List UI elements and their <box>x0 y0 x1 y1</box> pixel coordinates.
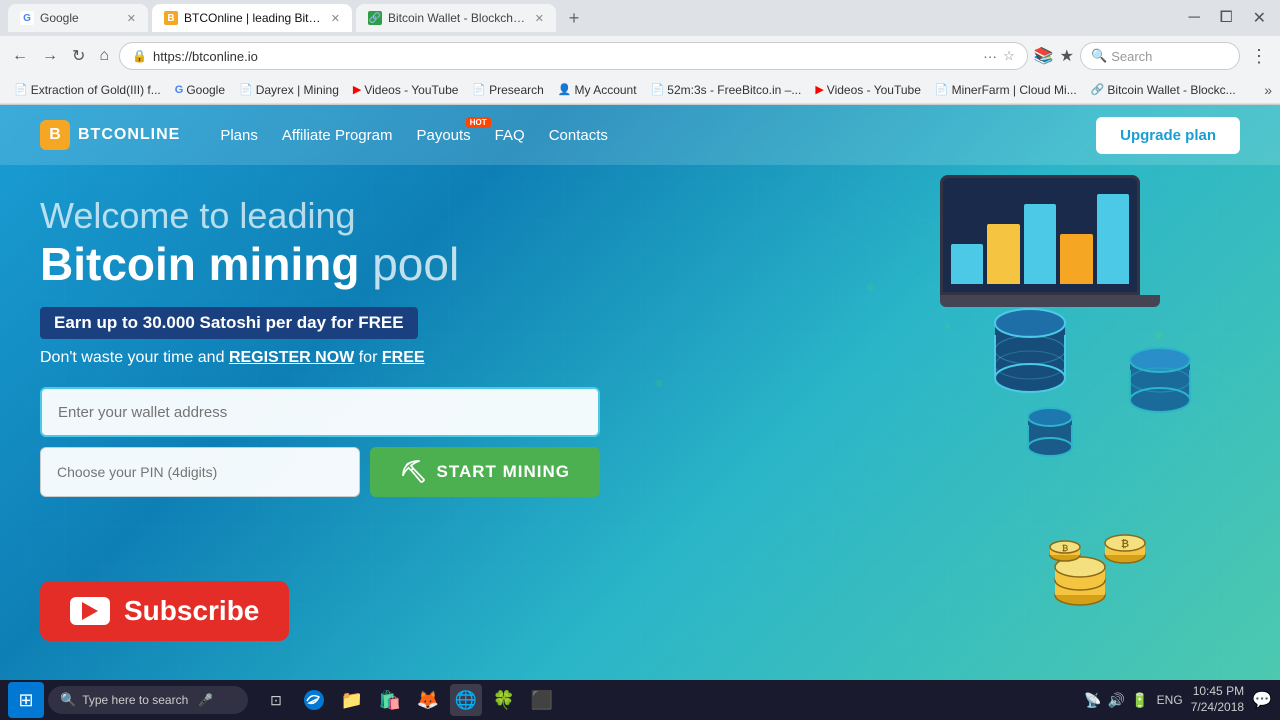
system-language: ENG <box>1157 693 1183 707</box>
sys-tray: 📡 🔊 🔋 <box>1084 692 1148 709</box>
forward-button[interactable]: → <box>38 43 62 69</box>
reading-list-icon[interactable]: 📚 <box>1034 46 1054 66</box>
hero-title: Bitcoin mining pool <box>40 237 1240 291</box>
tab-btconline[interactable]: B BTCOnline | leading Bitcoin mi... ✕ <box>152 4 352 32</box>
back-button[interactable]: ← <box>8 43 32 69</box>
bookmark-youtube1[interactable]: ▶ Videos - YouTube <box>347 81 465 99</box>
taskbar-folder[interactable]: 📁 <box>336 684 368 716</box>
taskbar-firefox[interactable]: 🦊 <box>412 684 444 716</box>
taskbar-edge[interactable] <box>298 684 330 716</box>
taskbar-store[interactable]: 🛍️ <box>374 684 406 716</box>
tab-blockchain[interactable]: 🔗 Bitcoin Wallet - Blockchain ✕ <box>356 4 556 32</box>
bookmark-myaccount[interactable]: 👤 My Account <box>552 81 643 99</box>
lock-icon: 🔒 <box>132 49 147 63</box>
home-button[interactable]: ⌂ <box>95 43 113 69</box>
tab-close-blockchain[interactable]: ✕ <box>535 12 544 25</box>
hero-subtext: Don't waste your time and REGISTER NOW f… <box>40 349 1240 367</box>
hero-welcome: Welcome to leading <box>40 195 1240 237</box>
menu-icon[interactable]: ⋮ <box>1246 42 1272 71</box>
browser-search-box[interactable]: 🔍 Search <box>1080 42 1240 70</box>
taskbar-terminal[interactable]: ⬛ <box>526 684 558 716</box>
title-bar: G Google ✕ B BTCOnline | leading Bitcoin… <box>0 0 1280 36</box>
refresh-button[interactable]: ↻ <box>68 42 89 70</box>
close-button[interactable]: ✕ <box>1247 6 1272 30</box>
nav-affiliate[interactable]: Affiliate Program <box>282 127 393 144</box>
minimize-button[interactable]: ─ <box>1182 7 1205 29</box>
notification-icon[interactable]: 💬 <box>1252 690 1272 710</box>
bookmarks-bar: 📄 Extraction of Gold(III) f... G Google … <box>0 76 1280 104</box>
form-row: ⛏ START MINING <box>40 447 600 497</box>
site-nav: B BTCONLINE Plans Affiliate Program Payo… <box>0 105 1280 165</box>
logo-icon: B <box>40 120 70 150</box>
taskbar-search-box[interactable]: 🔍 Type here to search 🎤 <box>48 686 248 714</box>
time-display: 10:45 PM <box>1191 684 1244 700</box>
website-content: B BTCONLINE Plans Affiliate Program Payo… <box>0 105 1280 681</box>
maximize-button[interactable]: ⧠ <box>1214 7 1239 29</box>
free-link[interactable]: FREE <box>382 349 425 366</box>
date-display: 7/24/2018 <box>1191 700 1244 716</box>
bookmark-star[interactable]: ☆ <box>1003 48 1015 64</box>
bookmarks-more-button[interactable]: » <box>1264 82 1272 98</box>
network-icon[interactable]: 📡 <box>1084 692 1101 709</box>
site-menu: Plans Affiliate Program Payouts FAQ Cont… <box>220 127 1096 144</box>
bookmark-freebitcoin[interactable]: 📄 52m:3s - FreeBitco.in –... <box>645 81 808 99</box>
nav-bar: ← → ↻ ⌂ 🔒 https://btconline.io ··· ☆ 📚 ★… <box>0 36 1280 76</box>
taskbar-clover[interactable]: 🍀 <box>488 684 520 716</box>
bookmark-dayrex[interactable]: 📄 Dayrex | Mining <box>233 81 345 99</box>
tab-close-google[interactable]: ✕ <box>127 12 136 25</box>
mining-form: ⛏ START MINING <box>40 387 600 497</box>
logo-text: BTCONLINE <box>78 126 180 144</box>
play-triangle <box>82 602 98 620</box>
website-wrapper: B BTCONLINE Plans Affiliate Program Payo… <box>0 105 1280 721</box>
nav-faq[interactable]: FAQ <box>495 127 525 144</box>
address-bar[interactable]: 🔒 https://btconline.io ··· ☆ <box>119 42 1028 70</box>
hero-badge: Earn up to 30.000 Satoshi per day for FR… <box>40 307 418 339</box>
subscribe-button[interactable]: Subscribe <box>40 581 289 641</box>
taskbar: ⊞ 🔍 Type here to search 🎤 ⊡ 📁 🛍️ 🦊 🌐 🍀 ⬛… <box>0 680 1280 720</box>
window-controls: ─ ⧠ ✕ <box>1182 6 1272 30</box>
nav-actions: 📚 ★ <box>1034 46 1074 66</box>
youtube-icon <box>70 597 110 625</box>
site-logo: B BTCONLINE <box>40 120 180 150</box>
microphone-icon: 🎤 <box>198 693 213 707</box>
tab-google[interactable]: G Google ✕ <box>8 4 148 32</box>
search-icon: 🔍 <box>1091 48 1107 64</box>
nav-plans[interactable]: Plans <box>220 127 258 144</box>
mining-icon: ⛏ <box>400 459 429 485</box>
taskbar-task-view[interactable]: ⊡ <box>260 684 292 716</box>
hero-section: Welcome to leading Bitcoin mining pool E… <box>0 165 1280 497</box>
address-options[interactable]: ··· <box>983 48 997 64</box>
taskbar-icons: ⊡ 📁 🛍️ 🦊 🌐 🍀 ⬛ <box>260 684 558 716</box>
start-button[interactable]: ⊞ <box>8 682 44 718</box>
clock: 10:45 PM 7/24/2018 <box>1191 684 1244 715</box>
start-mining-button[interactable]: ⛏ START MINING <box>370 447 600 497</box>
bookmark-icon[interactable]: ★ <box>1060 46 1074 66</box>
bookmark-blockchain[interactable]: 🔗 Bitcoin Wallet - Blockc... <box>1085 81 1242 99</box>
taskbar-search-icon: 🔍 <box>60 692 76 708</box>
nav-contacts[interactable]: Contacts <box>549 127 608 144</box>
bookmark-extraction[interactable]: 📄 Extraction of Gold(III) f... <box>8 81 167 99</box>
browser-chrome: G Google ✕ B BTCOnline | leading Bitcoin… <box>0 0 1280 105</box>
taskbar-chrome[interactable]: 🌐 <box>450 684 482 716</box>
bookmark-youtube2[interactable]: ▶ Videos - YouTube <box>809 81 927 99</box>
volume-icon[interactable]: 🔊 <box>1108 692 1125 709</box>
register-link[interactable]: REGISTER NOW <box>229 349 354 366</box>
tab-close-btconline[interactable]: ✕ <box>331 12 340 25</box>
bookmark-presearch[interactable]: 📄 Presearch <box>466 81 549 99</box>
taskbar-right: 📡 🔊 🔋 ENG 10:45 PM 7/24/2018 💬 <box>1084 684 1272 715</box>
bookmark-minerfarm[interactable]: 📄 MinerFarm | Cloud Mi... <box>929 81 1083 99</box>
new-tab-button[interactable]: + <box>560 4 588 32</box>
wallet-address-input[interactable] <box>40 387 600 437</box>
upgrade-plan-button[interactable]: Upgrade plan <box>1096 117 1240 154</box>
pin-input[interactable] <box>40 447 360 497</box>
bookmark-google[interactable]: G Google <box>169 81 231 99</box>
battery-icon[interactable]: 🔋 <box>1131 692 1148 709</box>
nav-payouts[interactable]: Payouts <box>416 127 470 144</box>
